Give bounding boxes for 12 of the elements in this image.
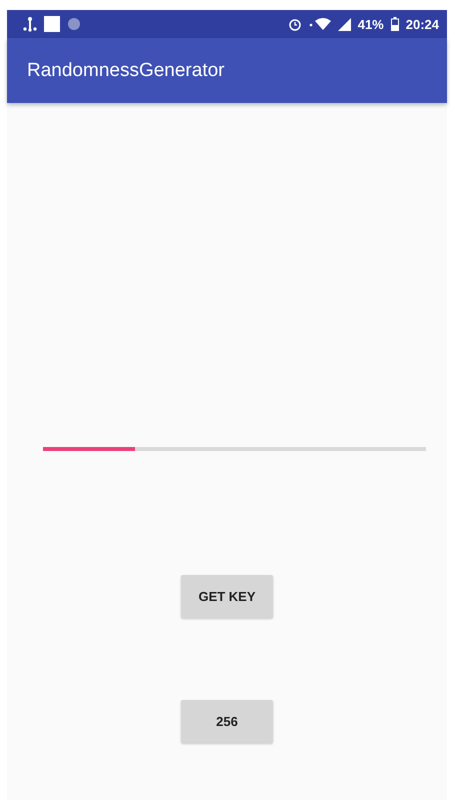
alarm-icon xyxy=(288,17,302,31)
action-button[interactable]: GET KEY xyxy=(181,575,273,618)
clock-time: 20:24 xyxy=(406,16,439,32)
usb-icon xyxy=(23,16,37,32)
circle-icon xyxy=(67,17,81,31)
battery-percent: 41% xyxy=(358,16,384,32)
wifi-icon xyxy=(308,17,331,31)
square-icon xyxy=(44,16,60,32)
battery-icon xyxy=(390,17,399,31)
action-button[interactable]: 256 xyxy=(181,700,273,743)
app-title: RandomnessGenerator xyxy=(27,60,224,82)
signal-icon xyxy=(338,18,351,30)
